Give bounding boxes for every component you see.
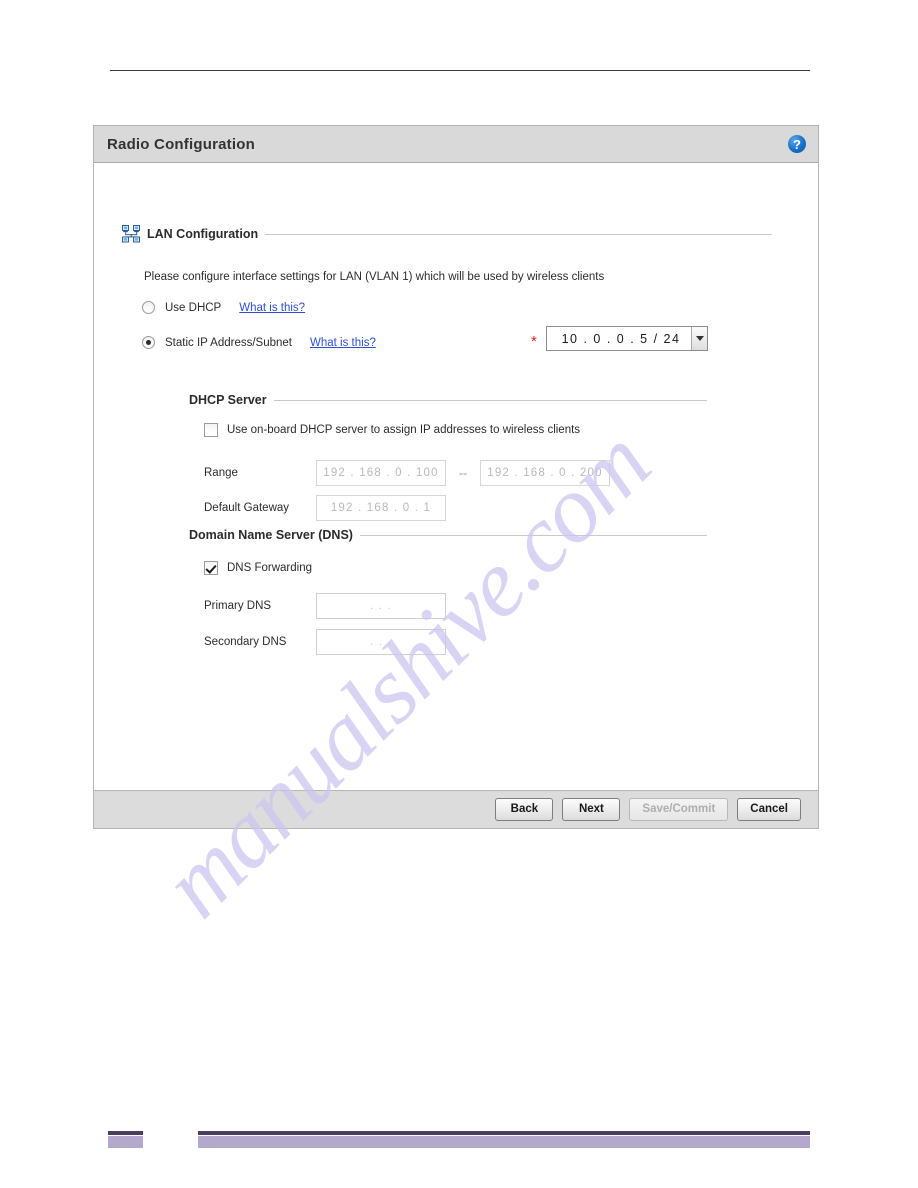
dialog-header: Radio Configuration ? [93,125,819,163]
dns-forwarding-row[interactable]: DNS Forwarding [204,561,312,575]
label-secondary-dns: Secondary DNS [204,636,287,648]
dhcp-section-title: DHCP Server [189,393,267,407]
dhcp-range-row: Range 192 . 168 . 0 . 100 -- 192 . 168 .… [204,460,610,486]
save-commit-button: Save/Commit [629,798,729,821]
checkbox-onboard-dhcp[interactable] [204,423,218,437]
radio-configuration-dialog: Radio Configuration ? LAN Configuration … [93,125,819,829]
radio-option-use-dhcp[interactable]: Use DHCP What is this? [142,301,305,314]
checkbox-label-dns-forwarding: DNS Forwarding [227,562,312,574]
radio-label-static-ip: Static IP Address/Subnet [165,336,293,349]
input-range-end[interactable]: 192 . 168 . 0 . 200 [480,460,610,486]
required-field-asterisk: * [531,333,537,350]
page-title: Radio Configuration [107,135,255,153]
lan-configuration-section-header: LAN Configuration [122,225,772,243]
secondary-dns-row: Secondary DNS . . . [204,629,446,655]
lan-section-title: LAN Configuration [147,227,259,241]
section-divider-line [273,399,707,401]
label-range: Range [204,467,238,479]
radio-option-static-ip[interactable]: Static IP Address/Subnet What is this? [142,336,376,349]
dhcp-server-section-header: DHCP Server [189,393,707,407]
page-footer-bars [0,1128,918,1158]
radio-button-use-dhcp[interactable] [142,301,155,314]
checkbox-dns-forwarding[interactable] [204,561,218,575]
lan-intro-text: Please configure interface settings for … [144,271,605,283]
checkbox-label-onboard-dhcp: Use on-board DHCP server to assign IP ad… [227,424,581,436]
chevron-down-icon[interactable] [691,327,707,350]
range-separator: -- [459,466,467,480]
input-default-gateway[interactable]: 192 . 168 . 0 . 1 [316,495,446,521]
footer-bar-left-dark [108,1131,143,1135]
back-button[interactable]: Back [495,798,554,821]
static-ip-subnet-input[interactable]: 10 . 0 . 0 . 5 / 24 [546,326,708,351]
dhcp-enable-row[interactable]: Use on-board DHCP server to assign IP ad… [204,423,580,437]
footer-bar-left-light [108,1136,143,1148]
dialog-body: LAN Configuration Please configure inter… [93,163,819,791]
section-divider-line [359,534,707,536]
radio-label-use-dhcp: Use DHCP [165,301,222,314]
cancel-button[interactable]: Cancel [737,798,801,821]
primary-dns-row: Primary DNS . . . [204,593,446,619]
what-is-this-link-dhcp[interactable]: What is this? [239,302,305,314]
label-default-gateway: Default Gateway [204,502,290,514]
static-ip-subnet-value: 10 . 0 . 0 . 5 / 24 [561,331,681,346]
next-button[interactable]: Next [562,798,621,821]
input-range-start[interactable]: 192 . 168 . 0 . 100 [316,460,446,486]
input-secondary-dns[interactable]: . . . [316,629,446,655]
dns-section-header: Domain Name Server (DNS) [189,528,707,542]
dns-section-title: Domain Name Server (DNS) [189,528,353,542]
radio-button-static-ip[interactable] [142,336,155,349]
what-is-this-link-static-ip[interactable]: What is this? [310,337,376,349]
dhcp-gateway-row: Default Gateway 192 . 168 . 0 . 1 [204,495,446,521]
lan-network-icon [122,225,140,243]
page-header-rule [110,70,810,71]
footer-bar-right-dark [198,1131,810,1135]
label-primary-dns: Primary DNS [204,600,272,612]
footer-bar-right-light [198,1136,810,1148]
help-circle-icon[interactable]: ? [788,135,806,153]
input-primary-dns[interactable]: . . . [316,593,446,619]
dialog-footer: Back Next Save/Commit Cancel [93,791,819,829]
section-divider-line [265,233,772,235]
